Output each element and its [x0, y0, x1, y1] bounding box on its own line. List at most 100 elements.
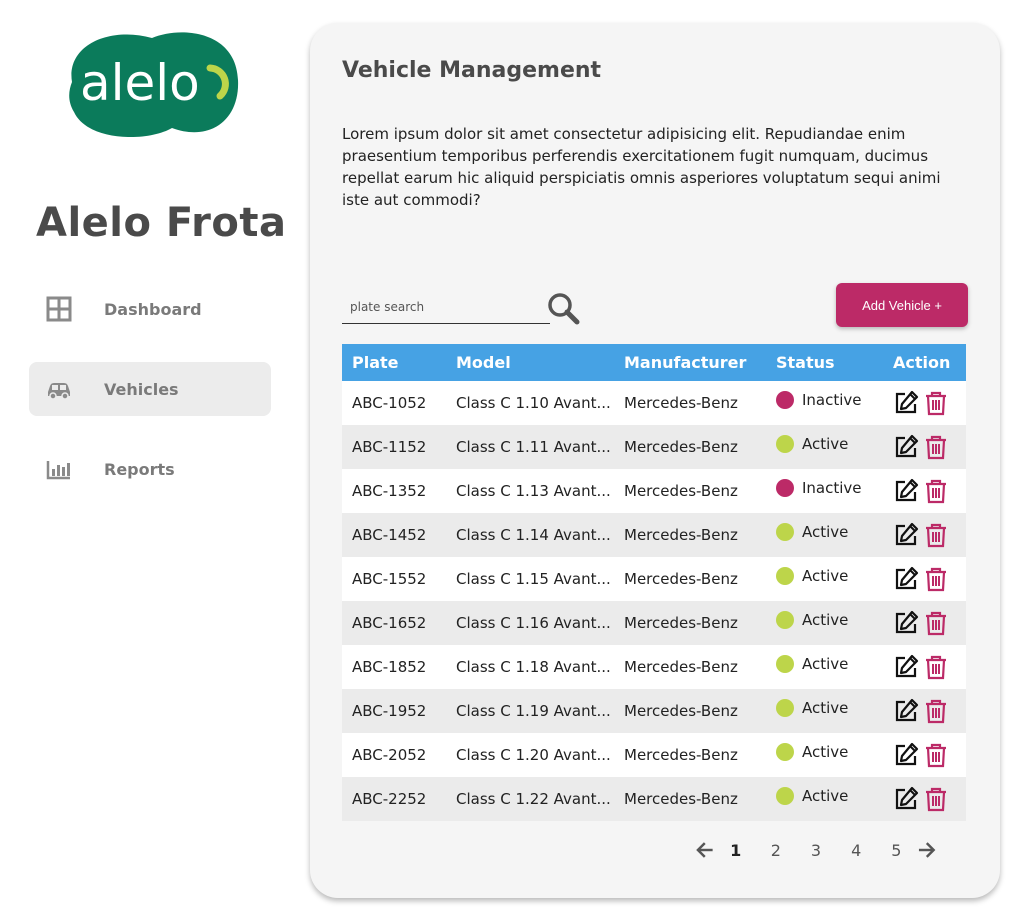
cell-model: Class C 1.22 Avant... [456, 790, 611, 808]
cell-plate: ABC-1052 [352, 394, 427, 412]
add-vehicle-button[interactable]: Add Vehicle + [836, 283, 968, 327]
page-number[interactable]: 2 [756, 841, 796, 860]
edit-icon[interactable] [893, 522, 919, 548]
table-body: ABC-1052 Class C 1.10 Avant... Mercedes-Be… [342, 381, 966, 821]
trash-icon[interactable] [923, 698, 949, 724]
cell-model: Class C 1.18 Avant... [456, 658, 611, 676]
edit-icon[interactable] [893, 786, 919, 812]
status-dot [776, 391, 794, 409]
cell-action [893, 698, 966, 724]
sidebar-nav: Dashboard Vehicles Reports [29, 282, 271, 522]
edit-icon[interactable] [893, 434, 919, 460]
search-icon[interactable] [546, 291, 580, 325]
cell-model: Class C 1.15 Avant... [456, 570, 611, 588]
cell-action [893, 742, 966, 768]
vehicles-table: Plate Model Manufacturer Status Action A… [342, 344, 966, 821]
status-dot [776, 743, 794, 761]
column-header-plate[interactable]: Plate [342, 353, 456, 372]
edit-icon[interactable] [893, 390, 919, 416]
sidebar-item-label: Vehicles [104, 379, 179, 399]
cell-model: Class C 1.11 Avant... [456, 438, 611, 456]
cell-action [893, 566, 966, 592]
page-number[interactable]: 1 [716, 841, 756, 860]
cell-model: Class C 1.19 Avant... [456, 702, 611, 720]
cell-model: Class C 1.14 Avant... [456, 526, 611, 544]
cell-manufacturer: Mercedes-Benz [624, 790, 738, 808]
trash-icon[interactable] [923, 654, 949, 680]
edit-icon[interactable] [893, 566, 919, 592]
cell-manufacturer: Mercedes-Benz [624, 658, 738, 676]
cell-plate: ABC-1552 [352, 570, 427, 588]
column-header-manufacturer[interactable]: Manufacturer [624, 353, 776, 372]
cell-plate: ABC-1652 [352, 614, 427, 632]
sidebar-item-dashboard[interactable]: Dashboard [29, 282, 271, 336]
cell-action [893, 522, 966, 548]
pagination: 1 2 3 4 5 [694, 838, 938, 862]
status-dot [776, 699, 794, 717]
cell-plate: ABC-2052 [352, 746, 427, 764]
cell-manufacturer: Mercedes-Benz [624, 482, 738, 500]
status-dot [776, 611, 794, 629]
cell-action [893, 654, 966, 680]
table-row: ABC-1452 Class C 1.14 Avant... Mercedes-Be… [342, 513, 966, 557]
arrow-left-icon[interactable] [694, 839, 716, 861]
edit-icon[interactable] [893, 478, 919, 504]
trash-icon[interactable] [923, 434, 949, 460]
page-number[interactable]: 3 [796, 841, 836, 860]
status-dot [776, 655, 794, 673]
cell-manufacturer: Mercedes-Benz [624, 746, 738, 764]
cell-status: Active [776, 699, 893, 720]
edit-icon[interactable] [893, 610, 919, 636]
status-label: Active [802, 611, 849, 629]
cell-status: Active [776, 611, 893, 632]
status-label: Active [802, 567, 849, 585]
status-label: Active [802, 699, 849, 717]
edit-icon[interactable] [893, 698, 919, 724]
trash-icon[interactable] [923, 786, 949, 812]
trash-icon[interactable] [923, 478, 949, 504]
column-header-status[interactable]: Status [776, 353, 893, 372]
trash-icon[interactable] [923, 610, 949, 636]
table-row: ABC-1652 Class C 1.16 Avant... Mercedes-Be… [342, 601, 966, 645]
status-label: Inactive [802, 479, 862, 497]
car-icon [48, 383, 70, 400]
main-card: Vehicle Management Lorem ipsum dolor sit… [310, 23, 1000, 898]
cell-plate: ABC-1952 [352, 702, 427, 720]
cell-manufacturer: Mercedes-Benz [624, 526, 738, 544]
cell-status: Active [776, 787, 893, 808]
cell-status: Active [776, 655, 893, 676]
cell-manufacturer: Mercedes-Benz [624, 570, 738, 588]
edit-icon[interactable] [893, 654, 919, 680]
column-header-action: Action [893, 353, 951, 372]
trash-icon[interactable] [923, 566, 949, 592]
table-row: ABC-2252 Class C 1.22 Avant... Mercedes-Be… [342, 777, 966, 821]
cell-status: Inactive [776, 391, 893, 412]
status-dot [776, 567, 794, 585]
cell-action [893, 434, 966, 460]
table-row: ABC-2052 Class C 1.20 Avant... Mercedes-Be… [342, 733, 966, 777]
sidebar-item-label: Reports [104, 459, 175, 479]
brand-title: Alelo Frota [36, 200, 287, 246]
page-title: Vehicle Management [342, 58, 602, 83]
trash-icon[interactable] [923, 742, 949, 768]
trash-icon[interactable] [923, 522, 949, 548]
column-header-model[interactable]: Model [456, 353, 624, 372]
edit-icon[interactable] [893, 742, 919, 768]
status-label: Active [802, 655, 849, 673]
arrow-right-icon[interactable] [916, 839, 938, 861]
table-row: ABC-1952 Class C 1.19 Avant... Mercedes-Be… [342, 689, 966, 733]
status-dot [776, 787, 794, 805]
sidebar-item-vehicles[interactable]: Vehicles [29, 362, 271, 416]
sidebar-item-reports[interactable]: Reports [29, 442, 271, 496]
plate-search-input[interactable] [342, 291, 550, 324]
cell-model: Class C 1.20 Avant... [456, 746, 611, 764]
table-row: ABC-1052 Class C 1.10 Avant... Mercedes-Be… [342, 381, 966, 425]
cell-manufacturer: Mercedes-Benz [624, 438, 738, 456]
cell-status: Active [776, 523, 893, 544]
page-number[interactable]: 4 [836, 841, 876, 860]
table-header: Plate Model Manufacturer Status Action [342, 344, 966, 381]
cell-action [893, 390, 966, 416]
cell-manufacturer: Mercedes-Benz [624, 394, 738, 412]
trash-icon[interactable] [923, 390, 949, 416]
page-number[interactable]: 5 [876, 841, 916, 860]
